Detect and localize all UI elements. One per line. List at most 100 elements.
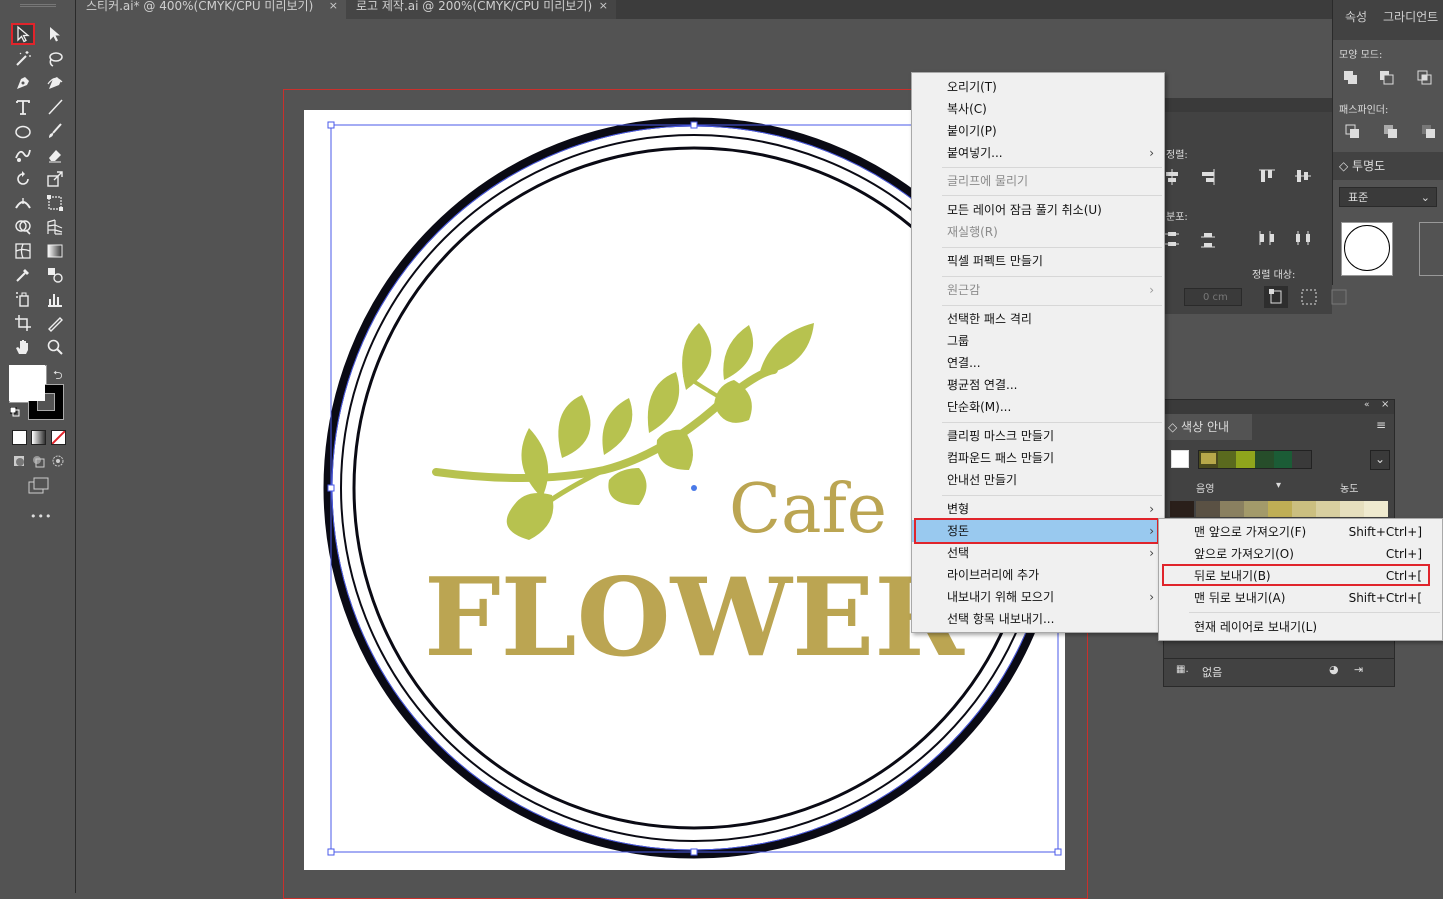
resize-handle[interactable] [327,848,335,856]
resize-handle[interactable] [1054,848,1062,856]
tab-gradient[interactable]: 그라디언트 [1383,8,1438,25]
menu-item-simplify[interactable]: 단순화(M)... [912,396,1164,418]
artboard-tool-icon[interactable] [11,312,35,334]
draw-inside-icon[interactable] [51,454,65,468]
ellipse-tool-icon[interactable] [11,120,35,142]
curvature-tool-icon[interactable] [43,72,67,94]
tab-properties[interactable]: 속성 [1345,8,1367,25]
transparency-tab[interactable]: ◇ 투명도 [1339,157,1385,174]
blend-tool-icon[interactable] [43,264,67,286]
cafe-text[interactable]: Cafe [729,470,887,549]
align-right-icon[interactable] [1200,168,1216,189]
tab-sticker-document[interactable]: 스티커.ai* @ 400%(CMYK/CPU 미리보기) × [76,0,346,19]
align-center-horizontal-icon[interactable] [1164,168,1180,189]
align-center-vertical-icon[interactable] [1294,168,1312,187]
hand-tool-icon[interactable] [11,336,35,358]
menu-item-add-to-library[interactable]: 라이브러리에 추가 [912,564,1164,586]
limit-colors-value[interactable]: 없음 [1202,664,1222,680]
perspective-grid-tool-icon[interactable] [43,216,67,238]
column-graph-tool-icon[interactable] [43,288,67,310]
eyedropper-tool-icon[interactable] [11,264,35,286]
menu-item-send-backward[interactable]: 뒤로 보내기(B) Ctrl+[ [1159,565,1442,587]
harmony-rules-swatches[interactable] [1198,450,1312,469]
distribute-vertical-center-icon[interactable] [1164,230,1180,251]
shape-builder-tool-icon[interactable] [11,216,35,238]
menu-item-bring-forward[interactable]: 앞으로 가져오기(O) Ctrl+] [1159,543,1442,565]
distribute-bottom-icon[interactable] [1200,230,1216,251]
menu-item-copy[interactable]: 복사(C) [912,98,1164,120]
menu-item-transform[interactable]: 변형 › [912,498,1164,520]
fill-swatch-front[interactable] [9,365,45,401]
zoom-tool-icon[interactable] [43,336,67,358]
pen-tool-icon[interactable] [11,72,35,94]
shaper-tool-icon[interactable] [11,144,35,166]
divide-icon[interactable] [1345,124,1361,143]
paintbrush-tool-icon[interactable] [43,120,67,142]
color-guide-tab[interactable]: ◇ 색상 안내 [1168,418,1229,435]
menu-item-paste-special[interactable]: 붙여넣기... › [912,142,1164,164]
opacity-mask-thumbnail[interactable] [1419,222,1443,276]
blend-mode-select[interactable]: 표준 ⌄ [1339,187,1437,207]
draw-normal-icon[interactable] [12,454,26,468]
flower-text[interactable]: FLOWER [424,555,965,681]
menu-item-make-guides[interactable]: 안내선 만들기 [912,469,1164,491]
draw-behind-icon[interactable] [31,454,45,468]
menu-item-select[interactable]: 선택 › [912,542,1164,564]
free-transform-tool-icon[interactable] [43,192,67,214]
direct-selection-tool-icon[interactable] [43,23,67,45]
menu-item-cut[interactable]: 오리기(T) [912,76,1164,98]
menu-item-arrange[interactable]: 정돈 › [912,520,1164,542]
menu-item-group[interactable]: 그룹 [912,330,1164,352]
width-tool-icon[interactable] [11,192,35,214]
swatch-library-icon[interactable]: ▦. [1176,664,1189,675]
close-panel-icon[interactable]: × [1381,399,1389,410]
menu-item-paste[interactable]: 붙이기(P) [912,120,1164,142]
scale-tool-icon[interactable] [43,168,67,190]
menu-item-join[interactable]: 연결... [912,352,1164,374]
gradient-tool-icon[interactable] [43,240,67,262]
menu-item-collect-for-export[interactable]: 내보내기 위해 모으기 › [912,586,1164,608]
color-mode-icon[interactable] [12,430,27,445]
edit-colors-icon[interactable]: ◕ [1329,663,1339,676]
edit-toolbar-button[interactable]: ••• [30,510,52,523]
menu-item-undo-unlock-all-layers[interactable]: 모든 레이어 잠금 풀기 취소(U) [912,199,1164,221]
swap-fill-stroke-icon[interactable]: ⮌ [53,366,63,387]
base-color-swatch[interactable] [1171,450,1189,468]
align-top-icon[interactable] [1258,168,1276,187]
menu-item-isolate-selected-path[interactable]: 선택한 패스 격리 [912,308,1164,330]
eraser-tool-icon[interactable] [43,144,67,166]
distribute-spacing-input[interactable]: 0 cm [1184,288,1242,306]
tab-logo-document[interactable]: 로고 제작.ai @ 200%(CMYK/CPU 미리보기) × [346,0,616,19]
menu-item-make-compound-path[interactable]: 컴파운드 패스 만들기 [912,447,1164,469]
screen-mode-icon[interactable] [27,477,51,495]
intersect-icon[interactable] [1417,70,1433,89]
harmony-dropdown-chevron-icon[interactable]: ⌄ [1370,450,1390,470]
close-icon[interactable]: × [329,0,338,12]
close-icon[interactable]: × [599,0,608,12]
magic-wand-tool-icon[interactable] [11,48,35,70]
menu-item-export-selection[interactable]: 선택 항목 내보내기... [912,608,1164,630]
default-fill-stroke-icon[interactable] [9,406,20,417]
lasso-tool-icon[interactable] [43,48,67,70]
resize-handle[interactable] [690,121,698,129]
slice-tool-icon[interactable] [43,312,67,334]
distribute-left-icon[interactable] [1258,230,1276,249]
panel-menu-icon[interactable]: ≡ [1376,418,1386,432]
mesh-tool-icon[interactable] [11,240,35,262]
align-to-key-object-icon[interactable] [1264,286,1288,308]
merge-icon[interactable] [1421,124,1437,143]
color-variations-grid[interactable] [1170,501,1388,517]
selection-tool-icon[interactable] [11,23,35,45]
save-color-group-icon[interactable]: ⇥ [1354,663,1363,676]
menu-item-send-to-back[interactable]: 맨 뒤로 보내기(A) Shift+Ctrl+[ [1159,587,1442,609]
menu-item-make-pixel-perfect[interactable]: 픽셀 퍼펙트 만들기 [912,250,1164,272]
menu-item-average[interactable]: 평균점 연결... [912,374,1164,396]
resize-handle[interactable] [327,121,335,129]
line-segment-tool-icon[interactable] [43,96,67,118]
align-to-selection-icon[interactable] [1300,288,1318,309]
align-to-artboard-icon[interactable] [1330,288,1348,309]
rotate-tool-icon[interactable] [11,168,35,190]
resize-handle[interactable] [327,484,335,492]
menu-item-bring-to-front[interactable]: 맨 앞으로 가져오기(F) Shift+Ctrl+] [1159,521,1442,543]
trim-icon[interactable] [1383,124,1399,143]
